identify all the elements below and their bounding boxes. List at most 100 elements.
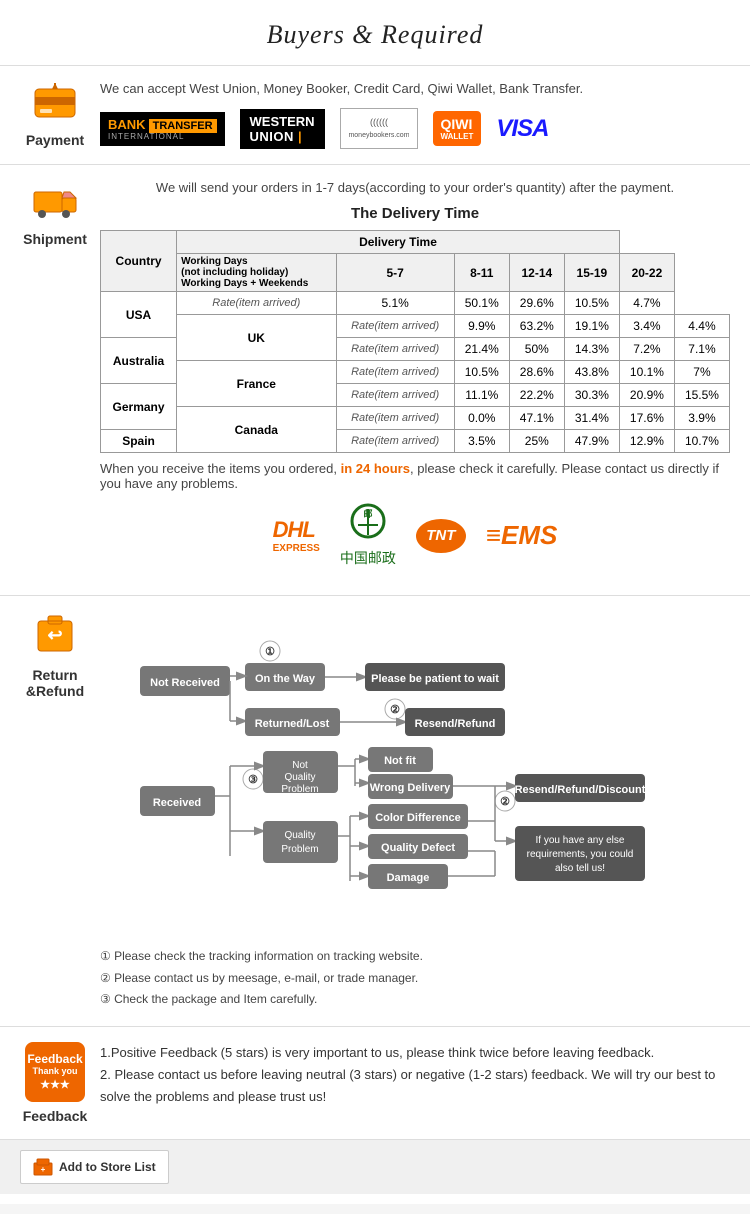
rate-cell: Rate(item arrived) [336, 384, 454, 407]
payment-content: We can accept West Union, Money Booker, … [90, 81, 730, 149]
d2-cell: 25% [509, 430, 564, 453]
rate-cell: Rate(item arrived) [336, 430, 454, 453]
d3-cell: 47.9% [564, 430, 619, 453]
table-row: USA Rate(item arrived) 5.1% 50.1% 29.6% … [101, 292, 730, 315]
svg-text:Wrong Delivery: Wrong Delivery [370, 782, 451, 794]
feedback-label: Feedback [23, 1108, 88, 1124]
country-cell: France [177, 361, 336, 407]
svg-text:+: + [41, 1165, 46, 1174]
page: Buyers & Required Payment We can accept … [0, 0, 750, 1204]
svg-text:Please be patient to wait: Please be patient to wait [371, 673, 499, 685]
svg-text:Resend/Refund/Discount: Resend/Refund/Discount [515, 784, 646, 796]
d3-cell: 14.3% [564, 338, 619, 361]
return-icon-area: ↩ Return &Refund [20, 611, 90, 699]
delivery-title: The Delivery Time [100, 205, 730, 222]
flowchart: Not Received ① On the Way Please be pati… [100, 611, 730, 931]
d2-cell: 28.6% [509, 361, 564, 384]
svg-text:Damage: Damage [387, 872, 430, 884]
d5-cell: 7.1% [674, 338, 729, 361]
svg-text:Received: Received [153, 797, 201, 809]
header: Buyers & Required [0, 10, 750, 66]
rate-cell: Rate(item arrived) [336, 407, 454, 430]
table-row: UK Rate(item arrived) 9.9% 63.2% 19.1% 3… [101, 315, 730, 338]
flow-note-3: ③ Check the package and Item carefully. [100, 989, 730, 1011]
country-cell: Spain [101, 430, 177, 453]
flow-notes: ① Please check the tracking information … [100, 946, 730, 1011]
d2-cell: 22.2% [509, 384, 564, 407]
d5-cell: 7% [674, 361, 729, 384]
d4-cell: 7.2% [619, 338, 674, 361]
svg-text:Quality: Quality [284, 772, 315, 783]
svg-text:Resend/Refund: Resend/Refund [415, 718, 496, 730]
svg-text:moneybookers.com: moneybookers.com [349, 132, 409, 139]
shipment-content: We will send your orders in 1-7 days(acc… [90, 180, 730, 580]
feedback-content: 1.Positive Feedback (5 stars) is very im… [90, 1042, 730, 1108]
d2-cell: 50.1% [454, 292, 509, 315]
payment-text: We can accept West Union, Money Booker, … [100, 81, 730, 96]
payment-icon [30, 81, 80, 126]
svg-text:①: ① [265, 646, 275, 658]
svg-text:Returned/Lost: Returned/Lost [255, 718, 330, 730]
footer: + Add to Store List [0, 1140, 750, 1194]
payment-section: Payment We can accept West Union, Money … [0, 66, 750, 165]
return-label: Return &Refund [20, 667, 90, 699]
visa-logo: VISA [496, 115, 548, 143]
d4-cell: 3.4% [619, 315, 674, 338]
payment-label: Payment [26, 132, 84, 148]
d1-cell: 9.9% [454, 315, 509, 338]
add-store-label: Add to Store List [59, 1160, 156, 1174]
table-subheader-days: Working Days(not including holiday)Worki… [177, 254, 336, 292]
d5-cell: 4.7% [619, 292, 674, 315]
table-col-15-19: 15-19 [564, 254, 619, 292]
flow-note-2: ② Please contact us by meesage, e-mail, … [100, 968, 730, 990]
d3-cell: 29.6% [509, 292, 564, 315]
add-to-store-button[interactable]: + Add to Store List [20, 1150, 169, 1184]
rate-cell: Rate(item arrived) [177, 292, 336, 315]
payment-logos: BANK TRANSFER INTERNATIONAL WESTERN UNIO… [100, 108, 730, 149]
tnt-logo: TNT [416, 519, 466, 553]
bank-transfer-logo: BANK TRANSFER INTERNATIONAL [100, 112, 225, 146]
check-note-highlight: in 24 hours [341, 461, 410, 476]
rate-cell: Rate(item arrived) [336, 315, 454, 338]
check-note: When you receive the items you ordered, … [100, 461, 730, 491]
svg-text:On the Way: On the Way [255, 673, 316, 685]
svg-text:If you have any else: If you have any else [536, 835, 625, 846]
ems-logo: ≡EMS [486, 520, 558, 551]
d4-cell: 10.5% [564, 292, 619, 315]
feedback-section: Feedback Thank you ★★★ Feedback 1.Positi… [0, 1027, 750, 1140]
return-refund-section: ↩ Return &Refund Not Received ① [0, 596, 750, 1027]
d4-cell: 10.1% [619, 361, 674, 384]
d5-cell: 4.4% [674, 315, 729, 338]
d5-cell: 15.5% [674, 384, 729, 407]
d4-cell: 20.9% [619, 384, 674, 407]
shipment-note: We will send your orders in 1-7 days(acc… [100, 180, 730, 195]
svg-text:((((((: (((((( [370, 117, 388, 127]
table-col-8-11: 8-11 [454, 254, 509, 292]
svg-text:also tell us!: also tell us! [555, 863, 605, 874]
china-post-logo: 邮 中国邮政 [340, 503, 396, 568]
svg-text:Quality Defect: Quality Defect [381, 842, 455, 854]
table-row: Canada Rate(item arrived) 0.0% 47.1% 31.… [101, 407, 730, 430]
qiwi-logo: QIWI WALLET [433, 111, 482, 146]
shipment-label: Shipment [23, 231, 87, 247]
page-title: Buyers & Required [0, 20, 750, 50]
flow-note-1: ① Please check the tracking information … [100, 946, 730, 968]
table-header-delivery: Delivery Time [177, 231, 620, 254]
shipment-icon [30, 180, 80, 225]
svg-text:Not fit: Not fit [384, 755, 416, 767]
d3-cell: 30.3% [564, 384, 619, 407]
return-content: Not Received ① On the Way Please be pati… [90, 611, 730, 1011]
rate-cell: Rate(item arrived) [336, 361, 454, 384]
svg-text:Quality: Quality [284, 830, 315, 841]
d5-cell: 3.9% [674, 407, 729, 430]
carrier-logos: DHL EXPRESS 邮 中国邮政 TNT [100, 503, 730, 568]
svg-text:②: ② [390, 704, 400, 716]
feedback-badge: Feedback Thank you ★★★ [25, 1042, 85, 1102]
d2-cell: 47.1% [509, 407, 564, 430]
rate-cell: Rate(item arrived) [336, 338, 454, 361]
d1-cell: 5.1% [336, 292, 454, 315]
svg-text:③: ③ [248, 774, 258, 786]
feedback-icon-area: Feedback Thank you ★★★ Feedback [20, 1042, 90, 1124]
shipment-icon-area: Shipment [20, 180, 90, 247]
payment-icon-area: Payment [20, 81, 90, 148]
